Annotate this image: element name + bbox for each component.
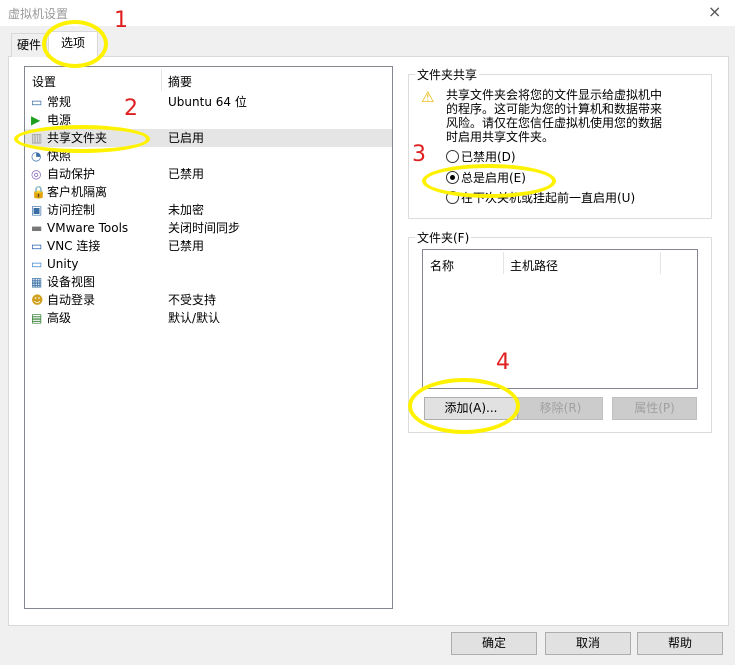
- setting-name: 客户机隔离: [47, 185, 108, 199]
- setting-name: 自动登录: [47, 293, 96, 307]
- help-button[interactable]: 帮助: [637, 632, 723, 655]
- column-divider[interactable]: [161, 69, 162, 91]
- settings-row[interactable]: 🔒 客户机隔离: [25, 183, 392, 201]
- header-name[interactable]: 名称: [430, 257, 454, 274]
- header-setting[interactable]: 设置: [32, 73, 56, 90]
- settings-row[interactable]: ▭ Unity: [25, 255, 392, 273]
- ok-button[interactable]: 确定: [451, 632, 537, 655]
- setting-name: VNC 连接: [47, 239, 101, 253]
- settings-row[interactable]: ▭ 常规 Ubuntu 64 位: [25, 93, 392, 111]
- setting-name: 自动保护: [47, 167, 96, 181]
- folders-list[interactable]: 名称 主机路径: [422, 249, 698, 389]
- annotation-ellipse-4: [408, 378, 520, 434]
- setting-summary: 已禁用: [168, 239, 205, 253]
- cancel-button[interactable]: 取消: [545, 632, 631, 655]
- vnc-icon: ▭: [31, 239, 43, 253]
- settings-row[interactable]: ☻ 自动登录 不受支持: [25, 291, 392, 309]
- setting-summary: 已禁用: [168, 167, 205, 181]
- settings-row[interactable]: ▬ VMware Tools 关闭时间同步: [25, 219, 392, 237]
- autologin-icon: ☻: [31, 293, 44, 307]
- header-host-path[interactable]: 主机路径: [510, 257, 558, 274]
- advanced-icon: ▤: [31, 311, 43, 325]
- setting-summary: 关闭时间同步: [168, 221, 241, 235]
- title-bar: 虚拟机设置 ×: [0, 0, 735, 26]
- warning-line: 风险。请仅在您信任虚拟机使用您的数据: [446, 116, 663, 130]
- folders-legend: 文件夹(F): [417, 231, 470, 245]
- device-view-icon: ▦: [31, 275, 43, 289]
- setting-name: 常规: [47, 95, 72, 109]
- play-icon: ▶: [31, 113, 41, 127]
- setting-summary: 默认/默认: [168, 311, 221, 325]
- annotation-number-3: 3: [412, 142, 426, 167]
- warning-icon: ⚠: [421, 88, 435, 106]
- access-control-icon: ▣: [31, 203, 43, 217]
- monitor-icon: ▭: [31, 95, 43, 109]
- setting-name: 设备视图: [47, 275, 96, 289]
- unity-icon: ▭: [31, 257, 43, 271]
- warning-line: 的程序。这可能为您的计算机和数据带来: [446, 102, 663, 116]
- annotation-ellipse-1: [42, 20, 108, 68]
- settings-row[interactable]: ▦ 设备视图: [25, 273, 392, 291]
- annotation-number-4: 4: [496, 350, 510, 375]
- warning-line: 时启用共享文件夹。: [446, 130, 555, 144]
- warning-line: 共享文件夹会将您的文件显示给虚拟机中: [446, 88, 663, 102]
- settings-row[interactable]: ◎ 自动保护 已禁用: [25, 165, 392, 183]
- settings-row[interactable]: ▤ 高级 默认/默认: [25, 309, 392, 327]
- setting-name: 高级: [47, 311, 72, 325]
- sharing-legend: 文件夹共享: [417, 68, 478, 82]
- properties-button[interactable]: 属性(P): [612, 397, 697, 420]
- window-title: 虚拟机设置: [8, 7, 69, 21]
- radio-label[interactable]: 已禁用(D): [461, 150, 516, 164]
- annotation-ellipse-2: [14, 125, 150, 153]
- setting-summary: 已启用: [168, 131, 205, 145]
- setting-name: VMware Tools: [47, 221, 129, 235]
- setting-summary: 不受支持: [168, 293, 217, 307]
- setting-summary: 未加密: [168, 203, 205, 217]
- annotation-ellipse-3: [422, 164, 556, 198]
- close-icon[interactable]: ×: [708, 2, 721, 21]
- remove-button[interactable]: 移除(R): [518, 397, 603, 420]
- lock-icon: 🔒: [31, 185, 46, 199]
- settings-row[interactable]: ▭ VNC 连接 已禁用: [25, 237, 392, 255]
- column-divider[interactable]: [660, 252, 661, 274]
- setting-name: Unity: [47, 257, 79, 271]
- annotation-number-2: 2: [124, 96, 138, 121]
- setting-name: 访问控制: [47, 203, 96, 217]
- warning-text: 共享文件夹会将您的文件显示给虚拟机中 的程序。这可能为您的计算机和数据带来 风险…: [446, 88, 662, 144]
- column-divider[interactable]: [503, 252, 504, 274]
- setting-summary: Ubuntu 64 位: [168, 95, 247, 109]
- header-summary[interactable]: 摘要: [168, 73, 192, 90]
- annotation-number-1: 1: [114, 8, 128, 33]
- vmware-tools-icon: ▬: [31, 221, 43, 235]
- settings-row[interactable]: ▣ 访问控制 未加密: [25, 201, 392, 219]
- snapshot-icon: ◔: [31, 149, 42, 163]
- autoprotect-icon: ◎: [31, 167, 42, 181]
- radio-circle[interactable]: [446, 150, 459, 163]
